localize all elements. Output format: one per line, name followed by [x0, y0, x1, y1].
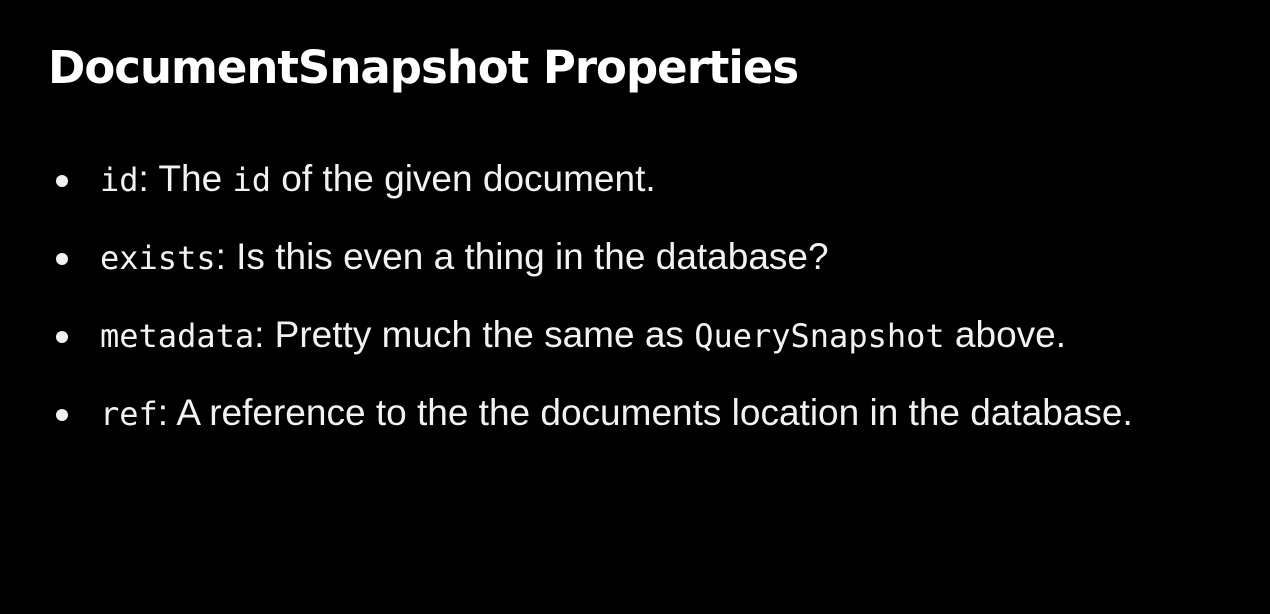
- bullet-item-exists: exists: Is this even a thing in the data…: [0, 228, 1270, 287]
- bullet-text: : The: [138, 158, 233, 199]
- code-term: id: [100, 161, 139, 199]
- bullet-text: : A reference to the the documents locat…: [157, 392, 1133, 433]
- bullet-dot-icon: [56, 409, 68, 421]
- bullet-item-ref: ref: A reference to the the documents lo…: [0, 384, 1270, 443]
- slide: DocumentSnapshot Properties id: The id o…: [0, 0, 1270, 614]
- bullet-text: : Pretty much the same as: [254, 314, 695, 355]
- bullet-dot-icon: [56, 175, 68, 187]
- code-term: exists: [100, 239, 216, 277]
- slide-title: DocumentSnapshot Properties: [48, 41, 799, 94]
- code-term: QuerySnapshot: [694, 317, 945, 355]
- code-term: ref: [100, 395, 158, 433]
- code-term: metadata: [100, 317, 255, 355]
- bullet-dot-icon: [56, 331, 68, 343]
- bullet-item-id: id: The id of the given document.: [0, 150, 1270, 209]
- bullet-item-metadata: metadata: Pretty much the same as QueryS…: [0, 306, 1270, 365]
- bullet-text: of the given document.: [271, 158, 656, 199]
- code-term: id: [232, 161, 271, 199]
- bullet-text: above.: [944, 314, 1067, 355]
- bullet-text: : Is this even a thing in the database?: [215, 236, 829, 277]
- bullet-list: id: The id of the given document. exists…: [0, 150, 1270, 462]
- bullet-dot-icon: [56, 253, 68, 265]
